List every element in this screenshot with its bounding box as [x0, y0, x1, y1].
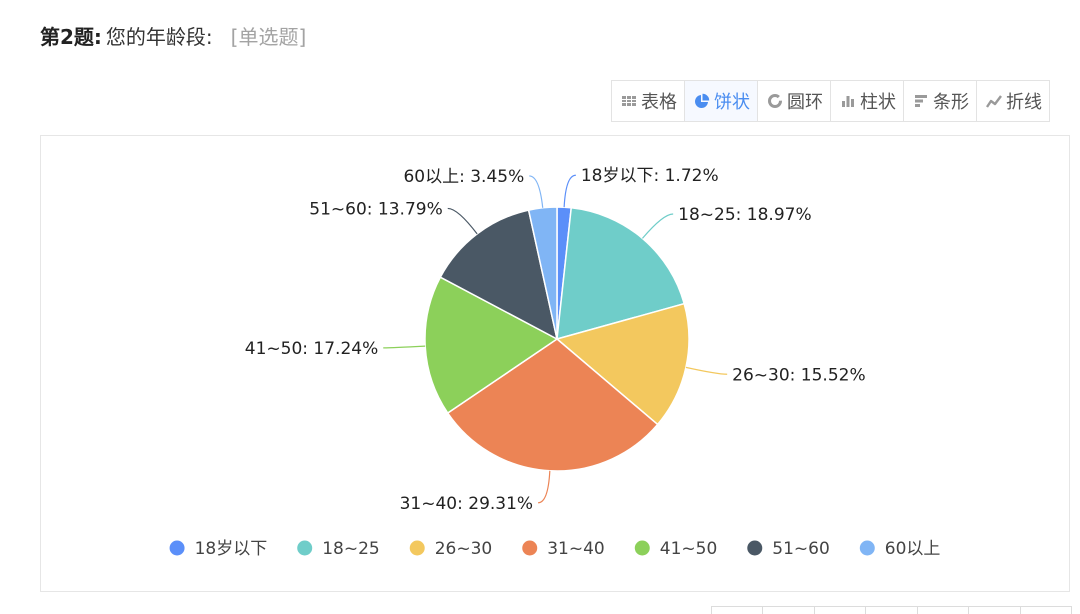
line-chart-icon: [986, 95, 1002, 108]
pie-data-label: 51~60: 13.79%: [309, 199, 442, 219]
legend-item[interactable]: 60以上: [859, 539, 941, 559]
legend-swatch: [522, 540, 538, 556]
table-icon: [622, 96, 636, 106]
horizontal-bar-icon: [915, 95, 927, 107]
pie-data-label: 31~40: 29.31%: [400, 494, 533, 514]
donut-view-button[interactable]: 圆环: [757, 81, 830, 121]
pie-leader-line: [447, 207, 478, 235]
legend-label: 51~60: [772, 539, 830, 559]
chart-type-toolbar: 表格 饼状 圆环 柱状 条形 折线: [611, 80, 1050, 122]
pie-data-label: 18~25: 18.97%: [678, 205, 811, 225]
legend-swatch: [634, 540, 650, 556]
legend-label: 31~40: [547, 539, 605, 559]
pie-leader-line: [537, 470, 551, 504]
legend-label: 26~30: [435, 539, 493, 559]
pie-data-label: 41~50: 17.24%: [245, 339, 378, 359]
pie-slices: [424, 206, 690, 472]
legend-swatch: [409, 540, 425, 556]
legend-swatch: [297, 540, 313, 556]
pie-leader-line: [641, 213, 674, 239]
pager-cell[interactable]: [1019, 606, 1072, 614]
legend-swatch: [169, 540, 185, 556]
pie-data-label: 26~30: 15.52%: [732, 365, 865, 385]
pagination-bar: [711, 606, 1072, 614]
pie-leader-line: [563, 174, 576, 208]
bar-chart-icon: [842, 96, 854, 107]
donut-view-label: 圆环: [787, 92, 823, 113]
bar-view-button[interactable]: 柱状: [830, 81, 903, 121]
pie-leader-line: [685, 366, 728, 375]
question-text: 您的年龄段:: [105, 25, 213, 49]
pager-cell[interactable]: [711, 606, 764, 614]
pie-data-label: 60以上: 3.45%: [403, 167, 524, 187]
legend-item[interactable]: 18~25: [297, 539, 380, 559]
question-title: 第2题: 您的年龄段: [单选题]: [40, 24, 306, 50]
pager-cell[interactable]: [813, 606, 867, 614]
pager-cell[interactable]: [762, 606, 815, 614]
question-number: 第2题:: [40, 25, 102, 49]
horizontal-bar-view-button[interactable]: 条形: [903, 81, 976, 121]
bar-view-label: 柱状: [860, 92, 896, 113]
table-view-button[interactable]: 表格: [612, 81, 684, 121]
question-type: [单选题]: [230, 25, 307, 49]
legend-item[interactable]: 26~30: [409, 539, 493, 559]
line-view-label: 折线: [1006, 92, 1042, 113]
horizontal-bar-view-label: 条形: [933, 92, 969, 113]
legend-item[interactable]: 31~40: [522, 539, 605, 559]
donut-icon: [768, 94, 782, 108]
legend-swatch: [859, 540, 875, 556]
pie-leader-line: [383, 345, 426, 349]
legend-item[interactable]: 51~60: [747, 539, 830, 559]
chart-legend: 18岁以下 18~25 26~30 31~40 41~50 51~60 60以上: [169, 539, 941, 559]
legend-label: 18~25: [322, 539, 380, 559]
pie-chart: 18岁以下: 1.72% 18~25: 18.97% 26~30: 15.52% 31…: [169, 166, 941, 559]
pie-data-label: 18岁以下: 1.72%: [581, 166, 719, 186]
legend-item[interactable]: 18岁以下: [169, 539, 268, 559]
line-view-button[interactable]: 折线: [976, 81, 1049, 121]
legend-label: 60以上: [885, 539, 941, 559]
legend-label: 18岁以下: [195, 539, 268, 559]
pager-cell[interactable]: [865, 606, 918, 614]
legend-label: 41~50: [660, 539, 718, 559]
pie-leader-line: [529, 175, 544, 208]
legend-item[interactable]: 41~50: [634, 539, 718, 559]
pager-cell[interactable]: [968, 606, 1021, 614]
pager-cell[interactable]: [916, 606, 970, 614]
pie-icon: [695, 93, 710, 108]
table-view-label: 表格: [641, 92, 677, 113]
pie-view-button[interactable]: 饼状: [684, 81, 757, 121]
chart-panel: 18岁以下: 1.72% 18~25: 18.97% 26~30: 15.52% 31…: [40, 135, 1070, 592]
pie-view-label: 饼状: [714, 92, 750, 113]
legend-swatch: [747, 540, 763, 556]
